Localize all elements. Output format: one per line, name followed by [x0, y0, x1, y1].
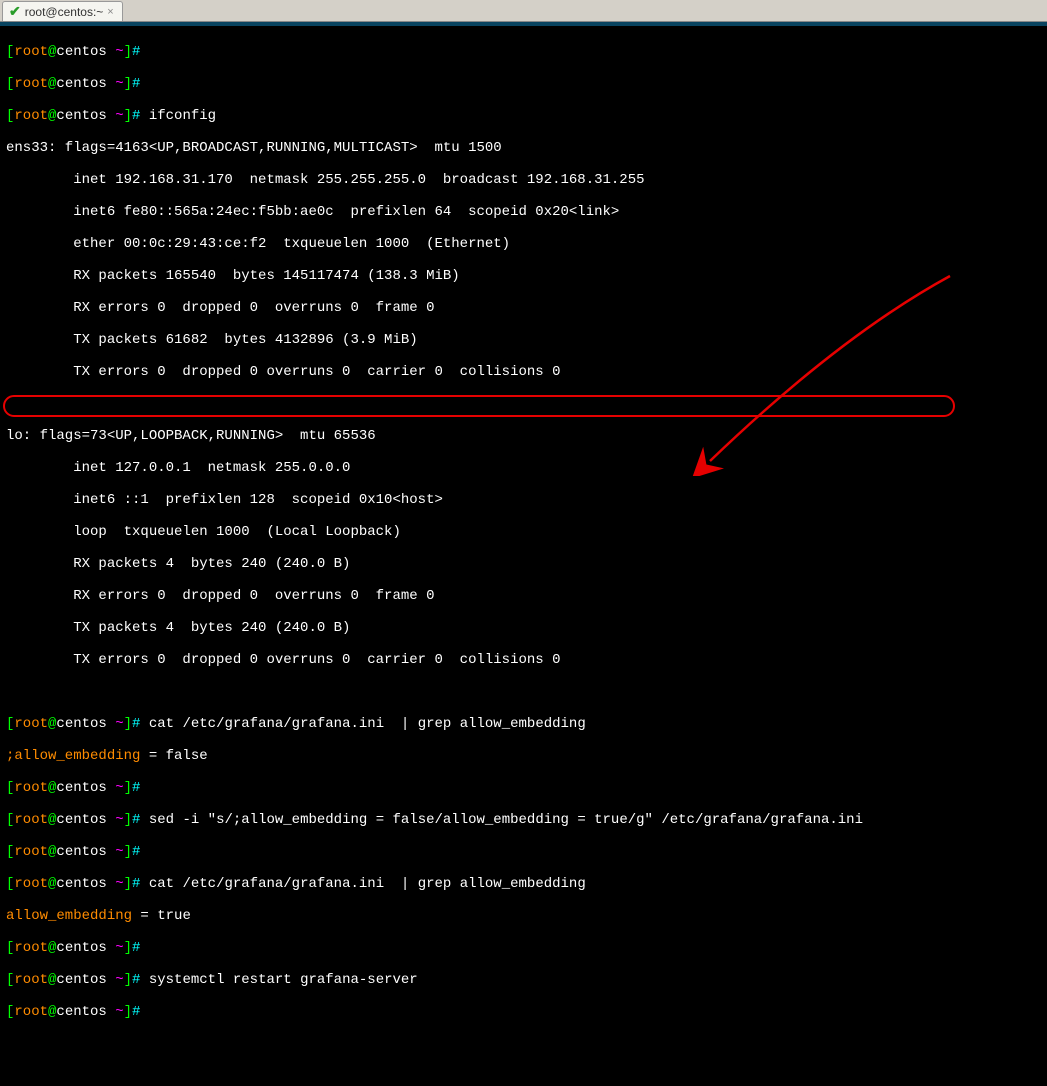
check-icon: ✔: [9, 3, 21, 20]
ifconfig-output: TX packets 61682 bytes 4132896 (3.9 MiB): [6, 332, 1041, 348]
ifconfig-output: TX errors 0 dropped 0 overruns 0 carrier…: [6, 652, 1041, 668]
ifconfig-output: ether 00:0c:29:43:ce:f2 txqueuelen 1000 …: [6, 236, 1041, 252]
prompt-line: [root@centos ~]#: [6, 1004, 1041, 1020]
command-sed: [root@centos ~]# sed -i "s/;allow_embedd…: [6, 812, 1041, 828]
command-cat-grep: [root@centos ~]# cat /etc/grafana/grafan…: [6, 716, 1041, 732]
prompt-line: [root@centos ~]#: [6, 76, 1041, 92]
prompt-line: [root@centos ~]#: [6, 44, 1041, 60]
ifconfig-output: RX packets 4 bytes 240 (240.0 B): [6, 556, 1041, 572]
tab-title: root@centos:~: [25, 5, 104, 19]
blank-line: [6, 396, 1041, 412]
blank-line: [6, 684, 1041, 700]
ifconfig-output: RX errors 0 dropped 0 overruns 0 frame 0: [6, 588, 1041, 604]
ifconfig-output: RX errors 0 dropped 0 overruns 0 frame 0: [6, 300, 1041, 316]
command-systemctl: [root@centos ~]# systemctl restart grafa…: [6, 972, 1041, 988]
ifconfig-output: inet6 ::1 prefixlen 128 scopeid 0x10<hos…: [6, 492, 1041, 508]
command-ifconfig: [root@centos ~]# ifconfig: [6, 108, 1041, 124]
ifconfig-output: TX packets 4 bytes 240 (240.0 B): [6, 620, 1041, 636]
grep-output: ;allow_embedding = false: [6, 748, 1041, 764]
tab-bar: ✔ root@centos:~ ×: [0, 0, 1047, 22]
terminal-tab[interactable]: ✔ root@centos:~ ×: [2, 1, 123, 21]
ifconfig-output: TX errors 0 dropped 0 overruns 0 carrier…: [6, 364, 1041, 380]
ifconfig-output: ens33: flags=4163<UP,BROADCAST,RUNNING,M…: [6, 140, 1041, 156]
command-cat-grep: [root@centos ~]# cat /etc/grafana/grafan…: [6, 876, 1041, 892]
ifconfig-output: inet 127.0.0.1 netmask 255.0.0.0: [6, 460, 1041, 476]
prompt-line: [root@centos ~]#: [6, 844, 1041, 860]
ifconfig-output: loop txqueuelen 1000 (Local Loopback): [6, 524, 1041, 540]
grep-output: allow_embedding = true: [6, 908, 1041, 924]
ifconfig-output: RX packets 165540 bytes 145117474 (138.3…: [6, 268, 1041, 284]
ifconfig-output: inet6 fe80::565a:24ec:f5bb:ae0c prefixle…: [6, 204, 1041, 220]
ifconfig-output: lo: flags=73<UP,LOOPBACK,RUNNING> mtu 65…: [6, 428, 1041, 444]
close-icon[interactable]: ×: [107, 6, 113, 18]
terminal-output[interactable]: [root@centos ~]# [root@centos ~]# [root@…: [0, 26, 1047, 1086]
prompt-line: [root@centos ~]#: [6, 780, 1041, 796]
ifconfig-output: inet 192.168.31.170 netmask 255.255.255.…: [6, 172, 1041, 188]
prompt-line: [root@centos ~]#: [6, 940, 1041, 956]
